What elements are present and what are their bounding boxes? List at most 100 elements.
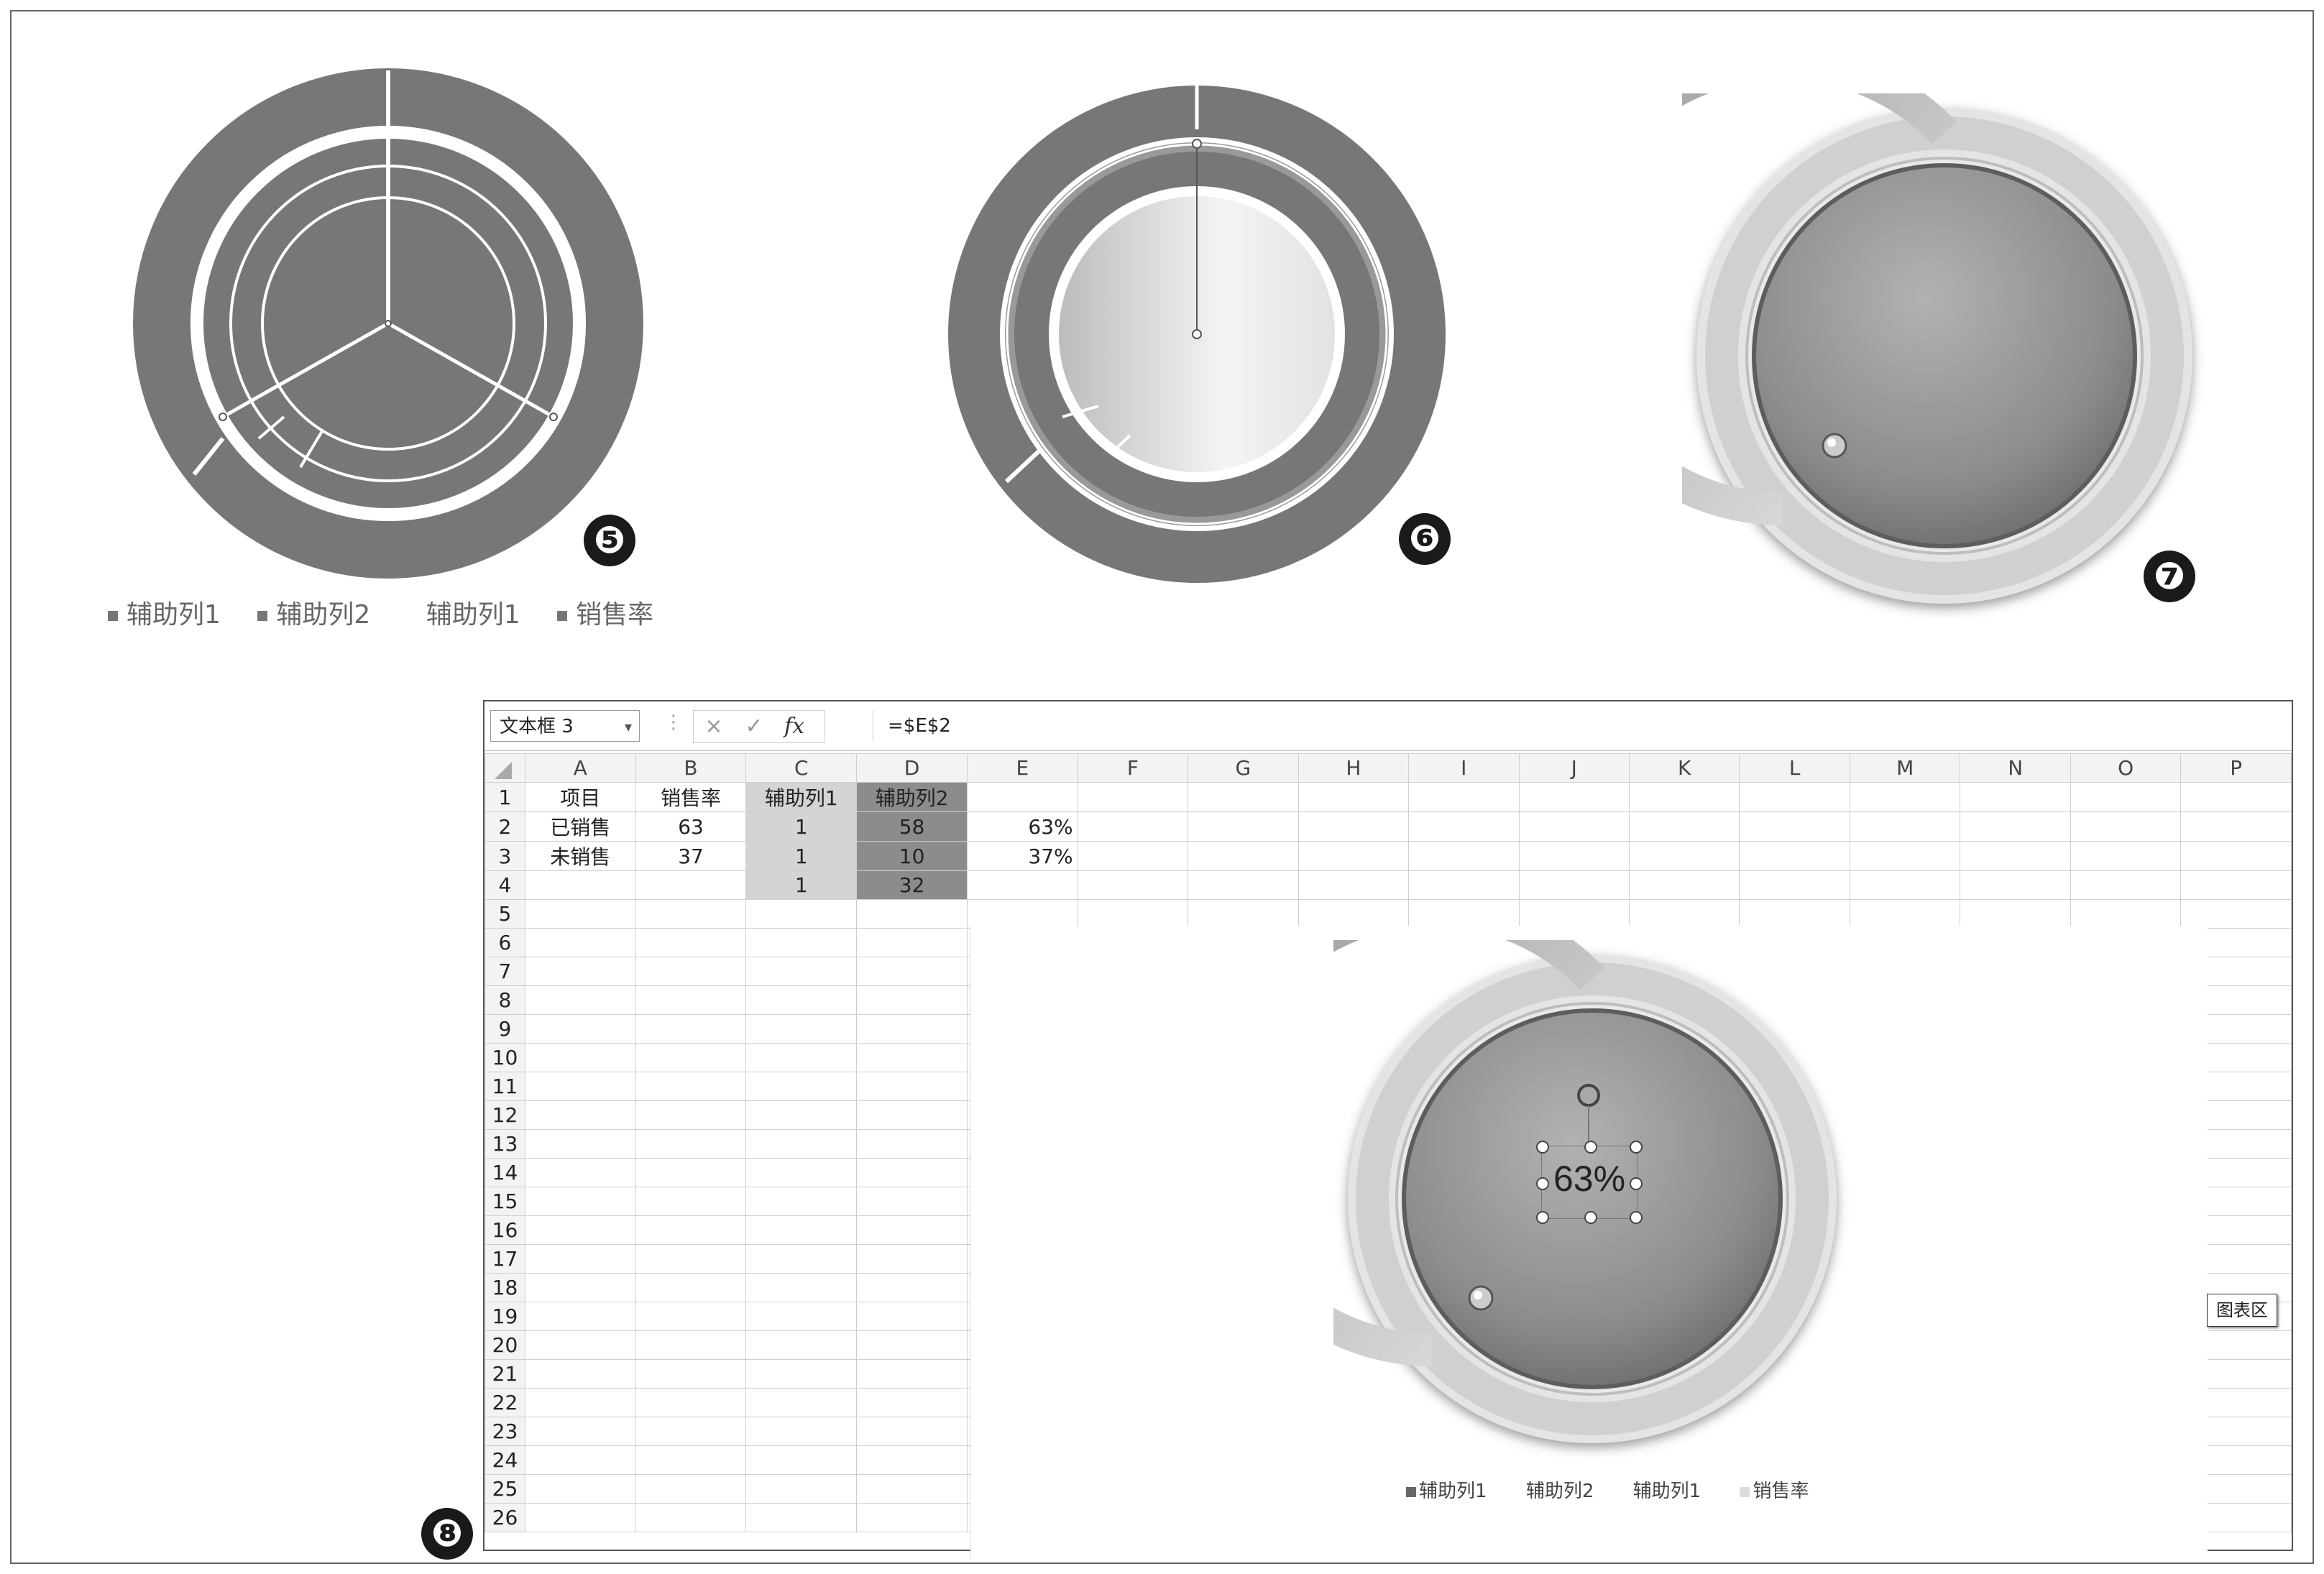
row-header[interactable]: 13 xyxy=(484,1129,525,1159)
resize-handle[interactable] xyxy=(1536,1141,1549,1154)
cell[interactable] xyxy=(1628,782,1740,812)
cell[interactable] xyxy=(745,1187,858,1216)
row-header[interactable]: 22 xyxy=(484,1388,525,1417)
cell[interactable] xyxy=(856,928,968,957)
cell[interactable] xyxy=(1628,899,1740,929)
column-header[interactable]: C xyxy=(745,753,858,783)
cell[interactable] xyxy=(745,985,858,1015)
cell[interactable] xyxy=(1518,811,1630,842)
cell[interactable] xyxy=(856,1187,968,1216)
cell[interactable] xyxy=(1518,870,1630,900)
cell[interactable] xyxy=(524,899,636,929)
cell[interactable] xyxy=(1298,811,1410,842)
cell[interactable] xyxy=(1408,841,1520,871)
cell[interactable]: 32 xyxy=(856,870,968,900)
cell[interactable] xyxy=(966,899,1078,929)
cell[interactable]: 63% xyxy=(966,811,1078,842)
row-header[interactable]: 6 xyxy=(484,928,525,957)
cell[interactable] xyxy=(745,1417,858,1446)
cell[interactable]: 未销售 xyxy=(524,841,636,871)
enter-icon[interactable]: ✓ xyxy=(734,711,774,742)
row-header[interactable]: 12 xyxy=(484,1100,525,1130)
cell[interactable] xyxy=(856,1014,968,1044)
cell[interactable] xyxy=(1298,870,1410,900)
row-header[interactable]: 24 xyxy=(484,1445,525,1475)
cell[interactable] xyxy=(1518,841,1630,871)
cell[interactable] xyxy=(524,870,636,900)
row-header[interactable]: 1 xyxy=(484,782,525,812)
cell[interactable] xyxy=(635,1187,747,1216)
cell[interactable] xyxy=(1849,899,1961,929)
cell[interactable] xyxy=(2070,899,2182,929)
cell[interactable] xyxy=(524,1388,636,1417)
cell[interactable] xyxy=(635,1244,747,1274)
legend-item[interactable]: 辅助列1 xyxy=(1406,1481,1487,1502)
cell[interactable] xyxy=(1739,899,1850,929)
resize-handle[interactable] xyxy=(1630,1211,1643,1224)
cell[interactable] xyxy=(524,1330,636,1360)
cell[interactable] xyxy=(1518,899,1630,929)
resize-handle[interactable] xyxy=(1536,1177,1549,1190)
column-header[interactable]: B xyxy=(635,753,747,783)
cell[interactable] xyxy=(745,1445,858,1475)
column-header[interactable]: N xyxy=(1960,753,2071,783)
cell[interactable] xyxy=(1960,870,2071,900)
chevron-down-icon[interactable]: ▾ xyxy=(625,711,632,742)
cell[interactable] xyxy=(745,1043,858,1072)
cell[interactable] xyxy=(635,1417,747,1446)
cell[interactable] xyxy=(745,928,858,957)
cell[interactable]: 辅助列2 xyxy=(856,782,968,812)
chart-legend[interactable]: 辅助列1 辅助列2 辅助列1 销售率 xyxy=(1406,1476,1842,1503)
cell[interactable] xyxy=(635,1072,747,1101)
cell[interactable] xyxy=(745,1330,858,1360)
column-header[interactable]: P xyxy=(2180,753,2292,783)
cell[interactable] xyxy=(524,1072,636,1101)
cell[interactable]: 58 xyxy=(856,811,968,842)
cell[interactable] xyxy=(745,1215,858,1245)
cell[interactable] xyxy=(745,1244,858,1274)
cell[interactable] xyxy=(635,1445,747,1475)
cell[interactable] xyxy=(745,1474,858,1504)
column-header[interactable]: A xyxy=(524,753,636,783)
cell[interactable] xyxy=(745,1129,858,1159)
row-header[interactable]: 7 xyxy=(484,957,525,986)
cell[interactable] xyxy=(1960,782,2071,812)
cell[interactable] xyxy=(524,1445,636,1475)
cell[interactable] xyxy=(1077,811,1189,842)
cell[interactable] xyxy=(1518,782,1630,812)
cell[interactable] xyxy=(635,1330,747,1360)
cell[interactable] xyxy=(1628,811,1740,842)
cell[interactable] xyxy=(1849,811,1961,842)
column-header[interactable]: D xyxy=(856,753,968,783)
row-header[interactable]: 3 xyxy=(484,841,525,871)
row-header[interactable]: 19 xyxy=(484,1302,525,1331)
name-box[interactable]: 文本框 3 ▾ xyxy=(490,710,640,742)
cell[interactable] xyxy=(524,1503,636,1532)
cell[interactable] xyxy=(856,985,968,1015)
cell[interactable] xyxy=(1408,899,1520,929)
cell[interactable] xyxy=(856,1474,968,1504)
cell[interactable]: 10 xyxy=(856,841,968,871)
cell[interactable] xyxy=(856,1215,968,1245)
cell[interactable] xyxy=(635,1273,747,1302)
cell[interactable] xyxy=(635,1014,747,1044)
cancel-icon[interactable]: × xyxy=(694,711,734,742)
cell[interactable] xyxy=(745,1503,858,1532)
cell[interactable] xyxy=(1739,782,1850,812)
column-header[interactable]: L xyxy=(1739,753,1850,783)
cell[interactable] xyxy=(856,1244,968,1274)
cell[interactable] xyxy=(856,1158,968,1187)
cell[interactable] xyxy=(524,1100,636,1130)
cell[interactable] xyxy=(745,1359,858,1389)
cell[interactable] xyxy=(1077,899,1189,929)
cell[interactable] xyxy=(2070,782,2182,812)
cell[interactable] xyxy=(524,1014,636,1044)
cell[interactable] xyxy=(856,1100,968,1130)
cell[interactable] xyxy=(1298,841,1410,871)
cell[interactable]: 1 xyxy=(745,870,858,900)
cell[interactable] xyxy=(745,899,858,929)
cell[interactable] xyxy=(1849,782,1961,812)
cell[interactable] xyxy=(856,1302,968,1331)
cell[interactable] xyxy=(2070,841,2182,871)
row-header[interactable]: 20 xyxy=(484,1330,525,1360)
